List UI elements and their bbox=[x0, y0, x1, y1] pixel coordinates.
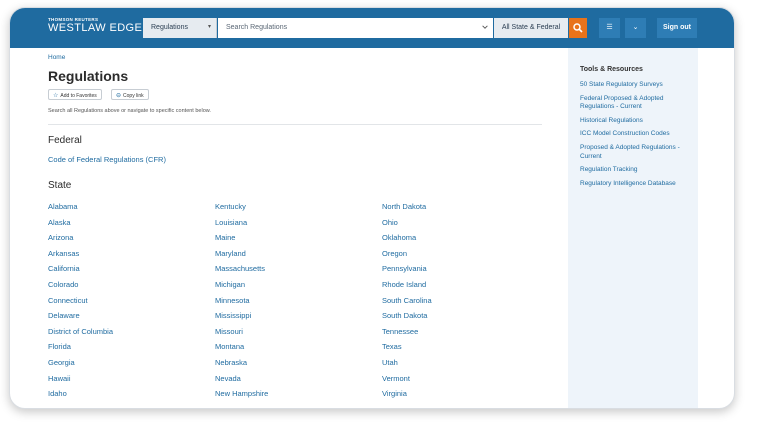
state-link[interactable]: Idaho bbox=[48, 386, 113, 402]
state-link[interactable]: Mississippi bbox=[215, 308, 268, 324]
caret-down-icon: ▾ bbox=[207, 24, 211, 30]
state-link[interactable]: New Hampshire bbox=[215, 386, 268, 402]
add-to-favorites-button[interactable]: ☆ Add to Favorites bbox=[48, 89, 102, 100]
state-link[interactable]: Delaware bbox=[48, 308, 113, 324]
search-category-dropdown[interactable]: Regulations ▾ bbox=[143, 18, 217, 38]
link-icon: ⊖ bbox=[116, 93, 122, 99]
state-link[interactable]: Nebraska bbox=[215, 355, 268, 371]
state-link[interactable]: Oklahoma bbox=[382, 230, 432, 246]
tools-resources-panel: Tools & Resources 50 State Regulatory Su… bbox=[568, 48, 698, 408]
tool-link[interactable]: Historical Regulations bbox=[580, 117, 685, 126]
tool-link[interactable]: Regulation Tracking bbox=[580, 166, 685, 175]
state-link[interactable]: Virginia bbox=[382, 386, 432, 402]
state-link[interactable]: Nevada bbox=[215, 371, 268, 387]
state-link[interactable]: Maine bbox=[215, 230, 268, 246]
state-link[interactable]: District of Columbia bbox=[48, 324, 113, 340]
state-link[interactable]: North Dakota bbox=[382, 199, 432, 215]
state-link[interactable]: Alabama bbox=[48, 199, 113, 215]
state-link[interactable]: Oregon bbox=[382, 246, 432, 262]
page-title: Regulations bbox=[48, 68, 129, 84]
search-button[interactable] bbox=[569, 18, 587, 38]
history-icon: ☰ bbox=[606, 24, 613, 31]
tools-heading: Tools & Resources bbox=[580, 66, 643, 73]
search-hint-text: Search all Regulations above or navigate… bbox=[48, 108, 211, 114]
search-icon bbox=[573, 23, 583, 33]
state-link[interactable]: Arkansas bbox=[48, 246, 113, 262]
tool-link[interactable]: Federal Proposed & Adopted Regulations -… bbox=[580, 95, 685, 112]
state-link[interactable]: Hawaii bbox=[48, 371, 113, 387]
sign-out-button[interactable]: Sign out bbox=[657, 18, 697, 38]
state-link[interactable]: South Dakota bbox=[382, 308, 432, 324]
state-link[interactable]: Missouri bbox=[215, 324, 268, 340]
state-link[interactable]: Maryland bbox=[215, 246, 268, 262]
state-link[interactable]: Florida bbox=[48, 339, 113, 355]
chevron-down-icon[interactable] bbox=[482, 24, 488, 30]
state-link[interactable]: Michigan bbox=[215, 277, 268, 293]
federal-heading: Federal bbox=[48, 135, 82, 146]
state-link[interactable]: Ohio bbox=[382, 215, 432, 231]
state-list-column-1: Alabama Alaska Arizona Arkansas Californ… bbox=[48, 199, 113, 402]
state-list-column-2: Kentucky Louisiana Maine Maryland Massac… bbox=[215, 199, 268, 402]
add-to-favorites-label: Add to Favorites bbox=[60, 93, 97, 99]
divider bbox=[48, 124, 542, 125]
breadcrumb-home[interactable]: Home bbox=[48, 54, 65, 61]
star-icon: ☆ bbox=[53, 93, 59, 99]
research-history-button[interactable]: ☰ bbox=[599, 18, 620, 38]
state-link[interactable]: California bbox=[48, 261, 113, 277]
state-link[interactable]: Alaska bbox=[48, 215, 113, 231]
link-code-of-federal-regulations[interactable]: Code of Federal Regulations (CFR) bbox=[48, 155, 166, 164]
tool-link[interactable]: 50 State Regulatory Surveys bbox=[580, 81, 685, 90]
chevrons-down-icon: ⌄ bbox=[632, 24, 639, 31]
state-link[interactable]: Louisiana bbox=[215, 215, 268, 231]
state-link[interactable]: Montana bbox=[215, 339, 268, 355]
search-input[interactable]: Search Regulations bbox=[218, 18, 493, 38]
state-link[interactable]: Georgia bbox=[48, 355, 113, 371]
state-heading: State bbox=[48, 180, 72, 191]
state-link[interactable]: Tennessee bbox=[382, 324, 432, 340]
state-link[interactable]: South Carolina bbox=[382, 293, 432, 309]
search-placeholder: Search Regulations bbox=[226, 24, 288, 31]
search-category-label: Regulations bbox=[151, 24, 188, 31]
state-link[interactable]: Vermont bbox=[382, 371, 432, 387]
state-link[interactable]: Minnesota bbox=[215, 293, 268, 309]
state-link[interactable]: Rhode Island bbox=[382, 277, 432, 293]
notifications-button[interactable]: ⌄ bbox=[625, 18, 646, 38]
copy-link-label: Copy link bbox=[123, 93, 144, 99]
state-link[interactable]: Arizona bbox=[48, 230, 113, 246]
state-link[interactable]: Pennsylvania bbox=[382, 261, 432, 277]
tool-link[interactable]: Regulatory Intelligence Database bbox=[580, 180, 685, 189]
top-navigation-bar: THOMSON REUTERS WESTLAW EDGE Regulations… bbox=[10, 8, 734, 48]
state-link[interactable]: Colorado bbox=[48, 277, 113, 293]
tools-list: 50 State Regulatory Surveys Federal Prop… bbox=[580, 81, 685, 193]
state-list-column-3: North Dakota Ohio Oklahoma Oregon Pennsy… bbox=[382, 199, 432, 402]
westlaw-logo[interactable]: THOMSON REUTERS WESTLAW EDGE bbox=[48, 17, 142, 34]
jurisdiction-label: All State & Federal bbox=[501, 24, 561, 31]
brand-name: WESTLAW EDGE bbox=[48, 22, 143, 34]
state-link[interactable]: Kentucky bbox=[215, 199, 268, 215]
state-link[interactable]: Texas bbox=[382, 339, 432, 355]
tool-link[interactable]: ICC Model Construction Codes bbox=[580, 130, 685, 139]
state-link[interactable]: Utah bbox=[382, 355, 432, 371]
jurisdiction-selector[interactable]: All State & Federal bbox=[494, 18, 568, 38]
state-link[interactable]: Massachusetts bbox=[215, 261, 268, 277]
tool-link[interactable]: Proposed & Adopted Regulations - Current bbox=[580, 144, 685, 161]
state-link[interactable]: Connecticut bbox=[48, 293, 113, 309]
browser-frame: THOMSON REUTERS WESTLAW EDGE Regulations… bbox=[9, 7, 735, 409]
copy-link-button[interactable]: ⊖ Copy link bbox=[111, 89, 149, 100]
